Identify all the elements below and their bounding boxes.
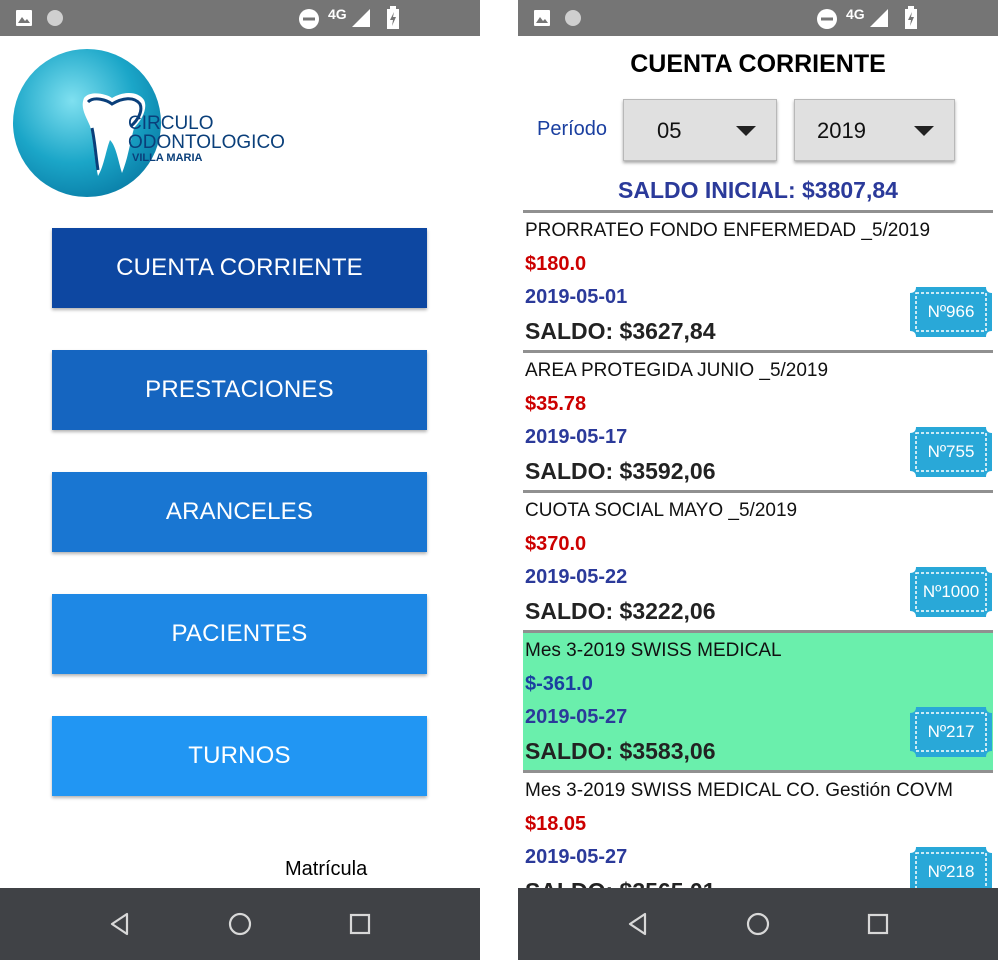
entry-date: 2019-05-01	[525, 286, 628, 308]
ticket-number: Nº755	[927, 442, 975, 461]
battery-icon	[387, 6, 399, 29]
logo: CIRCULO ODONTOLOGICO VILLA MARIA	[12, 48, 302, 208]
entry-concept: PRORRATEO FONDO ENFERMEDAD _5/2019	[525, 220, 931, 241]
entry-saldo: SALDO: $3583,06	[525, 738, 716, 764]
network-label: 4G	[328, 6, 347, 22]
list-item-highlighted[interactable]: Mes 3-2019 SWISS MEDICAL $-361.0 2019-05…	[523, 630, 993, 770]
ticket-badge[interactable]: Nº755	[910, 427, 992, 477]
status-bar: 4G	[0, 0, 480, 36]
month-value: 05	[657, 118, 682, 143]
entry-concept: Mes 3-2019 SWISS MEDICAL	[525, 640, 782, 661]
logo-text-line1: CIRCULO	[128, 113, 214, 134]
phone-screen-menu: 4G CIRCULO ODONTOLOGICO VILLA MARIA CUEN…	[0, 0, 480, 960]
recents-icon[interactable]	[864, 910, 892, 938]
aranceles-button[interactable]: ARANCELES	[52, 472, 427, 552]
entry-amount: $18.05	[525, 813, 587, 835]
ticket-number: Nº1000	[922, 582, 980, 601]
entry-saldo: SALDO: $3222,06	[525, 598, 716, 624]
list-item[interactable]: PRORRATEO FONDO ENFERMEDAD _5/2019 $180.…	[523, 210, 993, 350]
list-item[interactable]: Mes 3-2019 SWISS MEDICAL CO. Gestión COV…	[523, 770, 993, 888]
back-icon[interactable]	[624, 910, 652, 938]
dropdown-arrow-icon	[914, 126, 934, 136]
status-bar: 4G	[518, 0, 998, 36]
navigation-bar	[0, 888, 480, 960]
entry-saldo: SALDO: $3565,01	[525, 878, 715, 888]
recents-icon[interactable]	[346, 910, 374, 938]
periodo-label: Período	[537, 118, 608, 140]
year-value: 2019	[817, 118, 866, 143]
battery-icon	[905, 6, 917, 29]
entry-concept: AREA PROTEGIDA JUNIO _5/2019	[525, 360, 829, 381]
notification-icons	[16, 10, 63, 26]
navigation-bar	[518, 888, 998, 960]
cuenta-content: CUENTA CORRIENTE Período 05 2019 SALDO I…	[518, 36, 998, 888]
entry-concept: CUOTA SOCIAL MAYO _5/2019	[525, 500, 798, 521]
ticket-number: Nº217	[927, 722, 975, 741]
home-icon[interactable]	[744, 910, 772, 938]
entry-saldo: SALDO: $3592,06	[525, 458, 716, 484]
logo-text-line3: VILLA MARIA	[132, 152, 203, 164]
logo-graphic: CIRCULO ODONTOLOGICO VILLA MARIA	[13, 49, 285, 197]
page-title: CUENTA CORRIENTE	[630, 50, 886, 78]
ticket-badge[interactable]: Nº1000	[910, 567, 992, 617]
do-not-disturb-icon	[299, 9, 319, 29]
ticket-badge[interactable]: Nº217	[910, 707, 992, 757]
entry-amount: $180.0	[525, 253, 587, 275]
dropdown-arrow-icon	[736, 126, 756, 136]
list-item[interactable]: AREA PROTEGIDA JUNIO _5/2019 $35.78 2019…	[523, 350, 993, 490]
ticket-number: Nº218	[927, 862, 975, 881]
pacientes-button[interactable]: PACIENTES	[52, 594, 427, 674]
ticket-badge[interactable]: Nº218	[910, 847, 992, 888]
list-item[interactable]: CUOTA SOCIAL MAYO _5/2019 $370.0 2019-05…	[523, 490, 993, 630]
matricula-label: Matrícula	[285, 858, 368, 880]
year-select[interactable]: 2019	[794, 99, 955, 161]
entry-concept: Mes 3-2019 SWISS MEDICAL CO. Gestión COV…	[525, 780, 953, 801]
logo-text-line2: ODONTOLOGICO	[128, 132, 285, 153]
prestaciones-button[interactable]: PRESTACIONES	[52, 350, 427, 430]
ticket-number: Nº966	[927, 302, 975, 321]
turnos-button[interactable]: TURNOS	[52, 716, 427, 796]
entry-saldo: SALDO: $3627,84	[525, 318, 716, 344]
home-icon[interactable]	[226, 910, 254, 938]
back-icon[interactable]	[106, 910, 134, 938]
entry-date: 2019-05-27	[525, 846, 628, 868]
menu-content: CIRCULO ODONTOLOGICO VILLA MARIA CUENTA …	[0, 36, 480, 888]
saldo-inicial: SALDO INICIAL: $3807,84	[618, 177, 898, 203]
cuenta-corriente-button[interactable]: CUENTA CORRIENTE	[52, 228, 427, 308]
notification-icons	[534, 10, 581, 26]
movements-list[interactable]: PRORRATEO FONDO ENFERMEDAD _5/2019 $180.…	[523, 210, 993, 888]
entry-date: 2019-05-17	[525, 426, 628, 448]
signal-icon	[870, 9, 888, 27]
entry-amount: $-361.0	[525, 673, 593, 695]
entry-amount: $370.0	[525, 533, 587, 555]
entry-date: 2019-05-22	[525, 566, 628, 588]
network-label: 4G	[846, 6, 865, 22]
phone-screen-cuenta-corriente: 4G CUENTA CORRIENTE Período 05 2019 SALD…	[518, 0, 998, 960]
entry-date: 2019-05-27	[525, 706, 628, 728]
ticket-badge[interactable]: Nº966	[910, 287, 992, 337]
signal-icon	[352, 9, 370, 27]
entry-amount: $35.78	[525, 393, 587, 415]
do-not-disturb-icon	[817, 9, 837, 29]
month-select[interactable]: 05	[623, 99, 777, 161]
